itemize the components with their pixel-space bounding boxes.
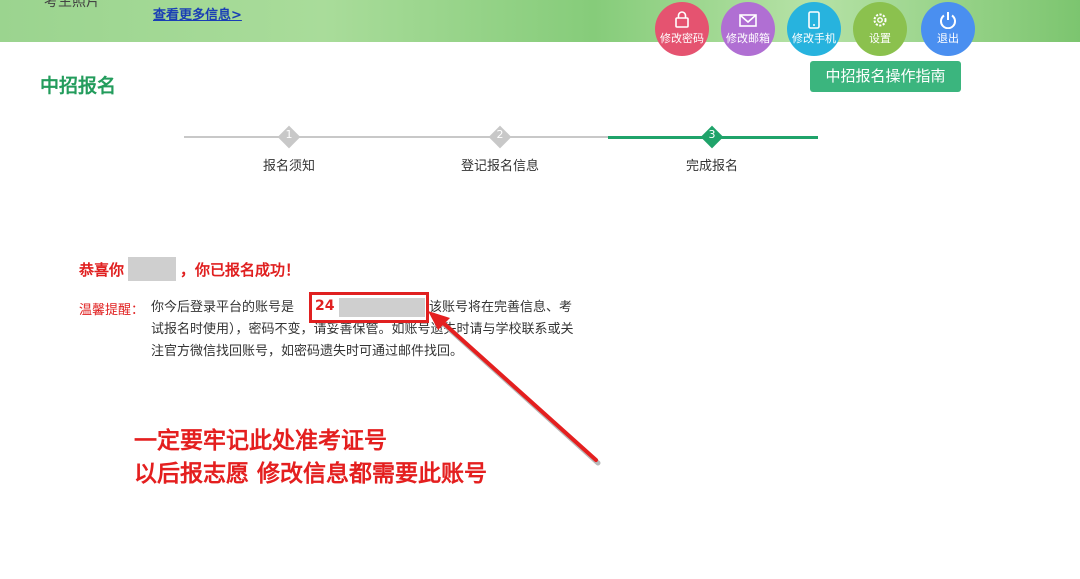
annotation-line-2: 以后报志愿 修改信息都需要此账号 [134, 461, 488, 487]
annotation-arrow [428, 311, 601, 466]
annotation-line-1: 一定要牢记此处准考证号 [134, 428, 387, 454]
